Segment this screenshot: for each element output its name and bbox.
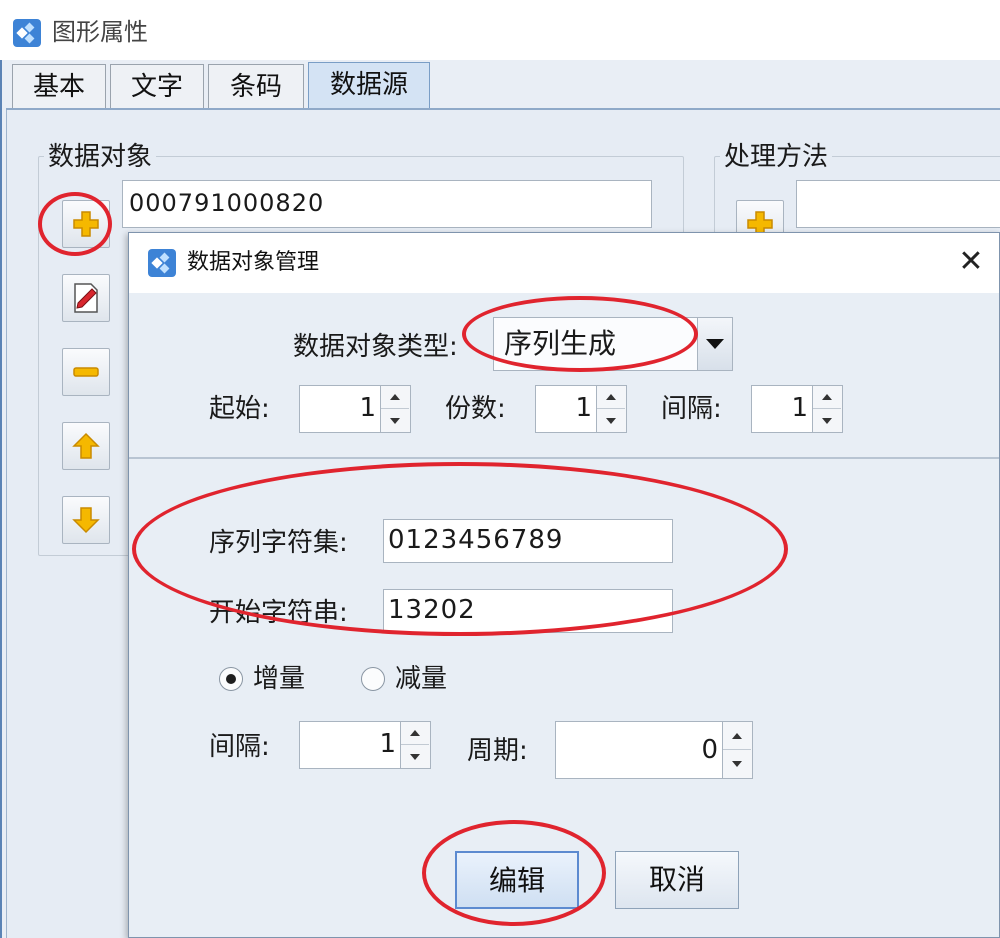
period-label: 周期: <box>467 736 528 766</box>
edit-icon <box>74 283 98 313</box>
dialog-title: 数据对象管理 <box>187 250 320 275</box>
stepper-down-button[interactable] <box>723 750 751 778</box>
increment-radio[interactable] <box>219 667 243 691</box>
stepper-buttons <box>722 722 752 778</box>
triangle-down-icon <box>606 417 616 424</box>
move-down-button[interactable] <box>62 496 110 544</box>
start-value: 1 <box>359 393 376 423</box>
stepper-up-button[interactable] <box>381 386 409 409</box>
outer-titlebar: 图形属性 <box>0 0 1000 60</box>
tab-label: 条码 <box>229 72 282 102</box>
increment-label[interactable]: 增量 <box>253 661 305 697</box>
interval-top-label: 间隔: <box>661 394 722 424</box>
arrow-down-icon <box>72 507 100 534</box>
triangle-up-icon <box>410 730 420 736</box>
triangle-down-icon <box>822 417 832 424</box>
period-value: 0 <box>701 735 718 765</box>
data-object-group-label: 数据对象 <box>44 142 157 172</box>
interval-top-stepper[interactable]: 1 <box>751 385 843 433</box>
move-up-button[interactable] <box>62 422 110 470</box>
dialog-titlebar: 数据对象管理 ✕ <box>129 233 999 293</box>
remove-data-object-button[interactable] <box>62 348 110 396</box>
section-divider <box>129 457 999 459</box>
stepper-buttons <box>380 386 410 432</box>
close-icon[interactable]: ✕ <box>955 247 987 279</box>
annotation-circle <box>462 296 698 372</box>
copies-stepper[interactable]: 1 <box>535 385 627 433</box>
stepper-up-button[interactable] <box>723 722 751 750</box>
stepper-down-button[interactable] <box>401 745 429 768</box>
triangle-down-icon <box>732 761 742 767</box>
cancel-button[interactable]: 取消 <box>615 851 739 909</box>
app-logo-icon <box>147 248 177 278</box>
period-stepper[interactable]: 0 <box>555 721 753 779</box>
decrement-label[interactable]: 减量 <box>395 661 447 697</box>
triangle-up-icon <box>822 394 832 400</box>
process-method-group-label: 处理方法 <box>720 142 833 172</box>
stepper-buttons <box>812 386 842 432</box>
stepper-buttons <box>400 722 430 768</box>
stepper-buttons <box>596 386 626 432</box>
triangle-down-icon <box>390 417 400 424</box>
stepper-down-button[interactable] <box>813 409 841 432</box>
chevron-down-icon <box>706 339 724 349</box>
minus-icon <box>73 367 99 377</box>
copies-label: 份数: <box>445 394 506 424</box>
tab-barcode[interactable]: 条码 <box>208 64 304 108</box>
tab-label: 基本 <box>32 72 85 102</box>
annotation-circle <box>422 820 606 926</box>
copies-value: 1 <box>575 393 592 423</box>
interval-value: 1 <box>379 729 396 759</box>
start-label: 起始: <box>209 394 270 424</box>
data-object-type-label: 数据对象类型: <box>293 332 458 362</box>
triangle-down-icon <box>410 753 420 760</box>
interval-stepper[interactable]: 1 <box>299 721 431 769</box>
dropdown-button[interactable] <box>697 317 733 371</box>
start-stepper[interactable]: 1 <box>299 385 411 433</box>
decrement-radio[interactable] <box>361 667 385 691</box>
tab-text[interactable]: 文字 <box>110 64 204 108</box>
arrow-up-icon <box>72 432 100 459</box>
interval-top-value: 1 <box>791 393 808 423</box>
app-logo-icon <box>12 18 42 48</box>
triangle-up-icon <box>732 732 742 739</box>
stepper-down-button[interactable] <box>381 409 409 432</box>
data-object-list[interactable]: 000791000820 <box>122 180 652 228</box>
tab-label: 数据源 <box>329 70 408 100</box>
annotation-circle <box>38 192 112 256</box>
stepper-down-button[interactable] <box>597 409 625 432</box>
annotation-circle <box>132 462 788 636</box>
triangle-up-icon <box>390 394 400 400</box>
data-object-item[interactable]: 000791000820 <box>129 189 324 217</box>
window-title: 图形属性 <box>52 18 148 46</box>
tab-label: 文字 <box>130 72 183 102</box>
triangle-up-icon <box>606 394 616 400</box>
tab-data-source[interactable]: 数据源 <box>308 62 430 110</box>
tab-basic[interactable]: 基本 <box>12 64 106 108</box>
stepper-up-button[interactable] <box>813 386 841 409</box>
interval-label: 间隔: <box>209 732 270 762</box>
stepper-up-button[interactable] <box>401 722 429 745</box>
edit-data-object-button[interactable] <box>62 274 110 322</box>
stepper-up-button[interactable] <box>597 386 625 409</box>
process-method-list[interactable] <box>796 180 1000 228</box>
